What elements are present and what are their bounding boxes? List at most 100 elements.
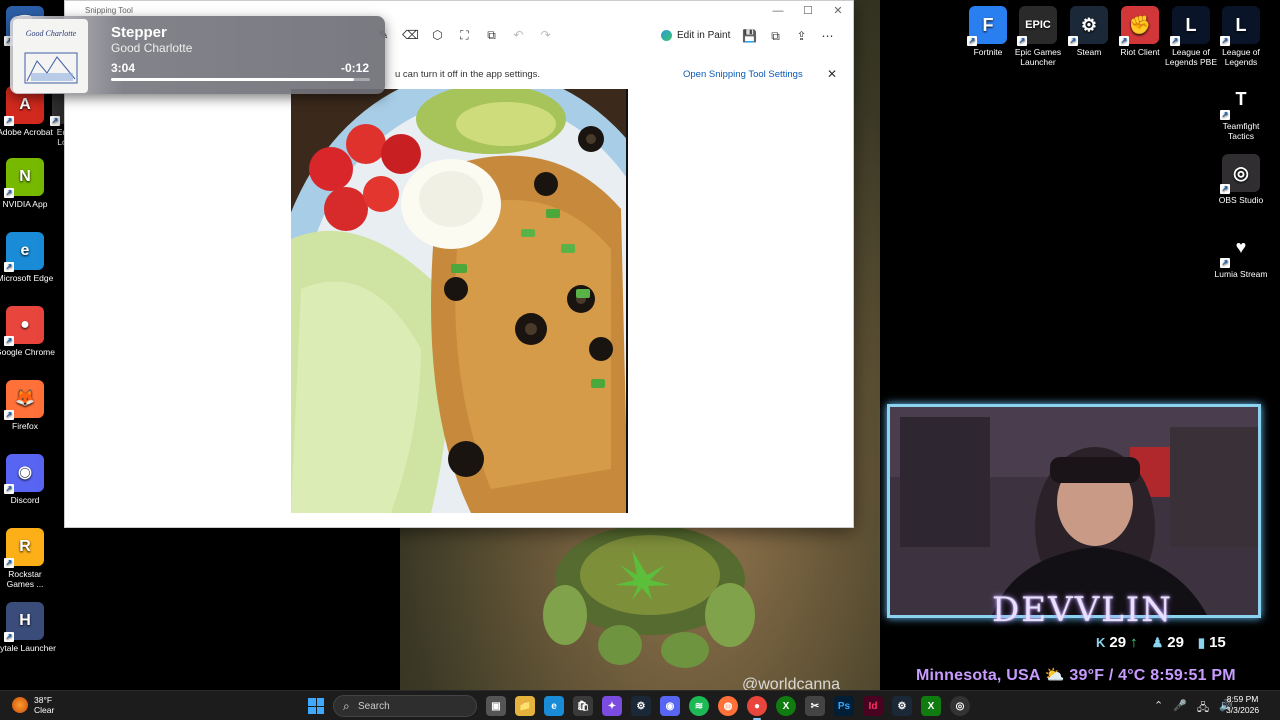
redo-icon[interactable]: ↷ [537,27,554,44]
streamer-name: DEVVLIN [992,590,1173,630]
spotify-icon[interactable]: ≋ [689,696,709,716]
snipping-tool-icon[interactable]: ✂ [805,696,825,716]
desktop-icon-label: Google Chrome [0,347,55,357]
obs-studio-icon: ◎ ↗ [1220,154,1260,194]
maximize-button[interactable]: ☐ [793,1,823,21]
desktop-icon-lumia-stream[interactable]: ♥ ↗ Lumia Stream [1210,228,1272,279]
share-icon[interactable]: ⇪ [793,28,810,45]
track-title: Stepper [111,24,167,41]
desktop-icon-label: Discord [10,495,40,505]
desktop-icon-microsoft-edge[interactable]: e ↗ Microsoft Edge [0,232,56,283]
task-view-icon[interactable]: ▣ [486,696,506,716]
desktop-icon-label: Lumia Stream [1214,269,1268,279]
more-options-icon[interactable]: ⋯ [819,28,836,45]
discord-icon[interactable]: ◉ [660,696,680,716]
stat-viewers: ▮ 15 [1198,634,1226,651]
discord-icon: ◉ ↗ [4,454,44,494]
shortcut-arrow-icon: ↗ [4,262,14,272]
save-icon[interactable]: 💾 [741,28,758,45]
weather-condition: Clear [34,705,55,715]
edit-in-paint-button[interactable]: Edit in Paint [661,30,730,41]
photoshop-icon[interactable]: Ps [834,696,854,716]
desktop-icon-label: OBS Studio [1218,195,1264,205]
desktop-icon-google-chrome[interactable]: ● ↗ Google Chrome [0,306,56,357]
indesign-icon[interactable]: Id [863,696,883,716]
media-flyout[interactable]: Good Charlotte Stepper Good Charlotte 3:… [10,16,385,94]
copilot-icon[interactable]: ✦ [602,696,622,716]
shortcut-arrow-icon: ↗ [1068,36,1078,46]
minimize-button[interactable]: — [763,1,793,21]
taskbar-clock[interactable]: 8:59 PM 3/3/2026 [1226,694,1259,716]
crop-icon[interactable]: ⛶ [456,27,473,44]
notice-text: u can turn it off in the app settings. [395,69,541,80]
album-art-text: Good Charlotte [25,29,77,38]
steam-alt-icon[interactable]: ⚙ [892,696,912,716]
network-icon[interactable]: 🖧 [1197,699,1209,718]
start-button[interactable] [308,698,324,714]
window-title: Snipping Tool [85,6,133,15]
progress-fill [111,78,355,81]
arrow-up-icon: ↑ [1130,634,1138,651]
firefox-icon: 🦊 ↗ [4,380,44,420]
bars-icon: ▮ [1197,634,1206,650]
rockstar-games-icon: R ↗ [4,528,44,568]
riot-client-icon: ✊ ↗ [1119,6,1159,46]
eraser-icon[interactable]: ⌫ [402,27,419,44]
desktop-icon-firefox[interactable]: 🦊 ↗ Firefox [0,380,56,431]
undo-icon[interactable]: ↶ [510,27,527,44]
copy-icon[interactable]: ⧉ [767,28,784,45]
desktop-icon-label: Microsoft Edge [0,273,54,283]
stat-kick: K 29 ↑ [1096,634,1138,651]
xbox-icon[interactable]: X [776,696,796,716]
desktop-icon-hytale-launcher[interactable]: H ↗ Hytale Launcher [0,602,56,653]
microphone-icon[interactable]: 🎤 [1173,699,1187,718]
edge-icon[interactable]: e [544,696,564,716]
desktop-icon-obs-studio[interactable]: ◎ ↗ OBS Studio [1210,154,1272,205]
snip-toolbar: ✎ ⌫ ⬡ ⛶ ⧉ ↶ ↷ [375,27,554,44]
taskbar-apps: ▣ 📁 e 🛍 ✦ ⚙ ◉ ≋ ◍ ● X ✂ Ps Id ⚙ X ◎ [486,696,970,720]
lumia-stream-icon: ♥ ↗ [1220,228,1260,268]
desktop-icon-nvidia-app[interactable]: N ↗ NVIDIA App [0,158,56,209]
track-artist: Good Charlotte [111,41,193,55]
desktop-icon-league-of-legends[interactable]: L ↗ League of Legends [1210,6,1272,67]
steam-icon[interactable]: ⚙ [631,696,651,716]
taskbar-weather[interactable]: 38°F Clear [12,695,54,715]
progress-bar[interactable] [111,78,370,81]
desktop-icon-teamfight-tactics[interactable]: T ↗ Teamfight Tactics [1210,80,1272,141]
open-settings-link[interactable]: Open Snipping Tool Settings [683,69,803,80]
stat-viewers-value: 15 [1209,634,1226,651]
desktop-icon-discord[interactable]: ◉ ↗ Discord [0,454,56,505]
shortcut-arrow-icon: ↗ [4,336,14,346]
stat-followers: ♟ 29 [1152,634,1184,651]
search-label: Search [358,701,390,712]
store-icon[interactable]: 🛍 [573,696,593,716]
paint-icon [661,30,672,41]
obs-icon[interactable]: ◎ [950,696,970,716]
notice-close-icon[interactable]: ✕ [827,67,837,81]
shortcut-arrow-icon: ↗ [50,116,60,126]
stat-followers-value: 29 [1167,634,1184,651]
shapes-icon[interactable]: ⬡ [429,27,446,44]
weather-temp: 38°F [34,695,53,705]
desktop-icon-label: Firefox [12,421,38,431]
xbox-app-icon[interactable]: X [921,696,941,716]
shortcut-arrow-icon: ↗ [4,632,14,642]
league-of-legends-icon: L ↗ [1220,6,1260,46]
fortnite-icon: F ↗ [967,6,1007,46]
close-button[interactable]: ✕ [823,1,853,21]
desktop-icon-label: Rockstar Games ... [6,569,44,589]
text-actions-icon[interactable]: ⧉ [483,27,500,44]
nvidia-app-icon: N ↗ [4,158,44,198]
firefox-icon[interactable]: ◍ [718,696,738,716]
chevron-up-icon[interactable]: ⌃ [1154,699,1163,718]
taskbar-search[interactable]: ⌕ Search [333,695,477,717]
chrome-icon[interactable]: ● [747,696,767,720]
shortcut-arrow-icon: ↗ [967,36,977,46]
teamfight-tactics-icon: T ↗ [1220,80,1260,120]
time-elapsed: 3:04 [111,61,136,75]
microsoft-edge-icon: e ↗ [4,232,44,272]
file-explorer-icon[interactable]: 📁 [515,696,535,716]
stream-stats: K 29 ↑ ♟ 29 ▮ 15 [1096,634,1226,651]
desktop-icon-rockstar-games[interactable]: R ↗ Rockstar Games ... [0,528,56,589]
clock-date: 3/3/2026 [1226,705,1260,715]
